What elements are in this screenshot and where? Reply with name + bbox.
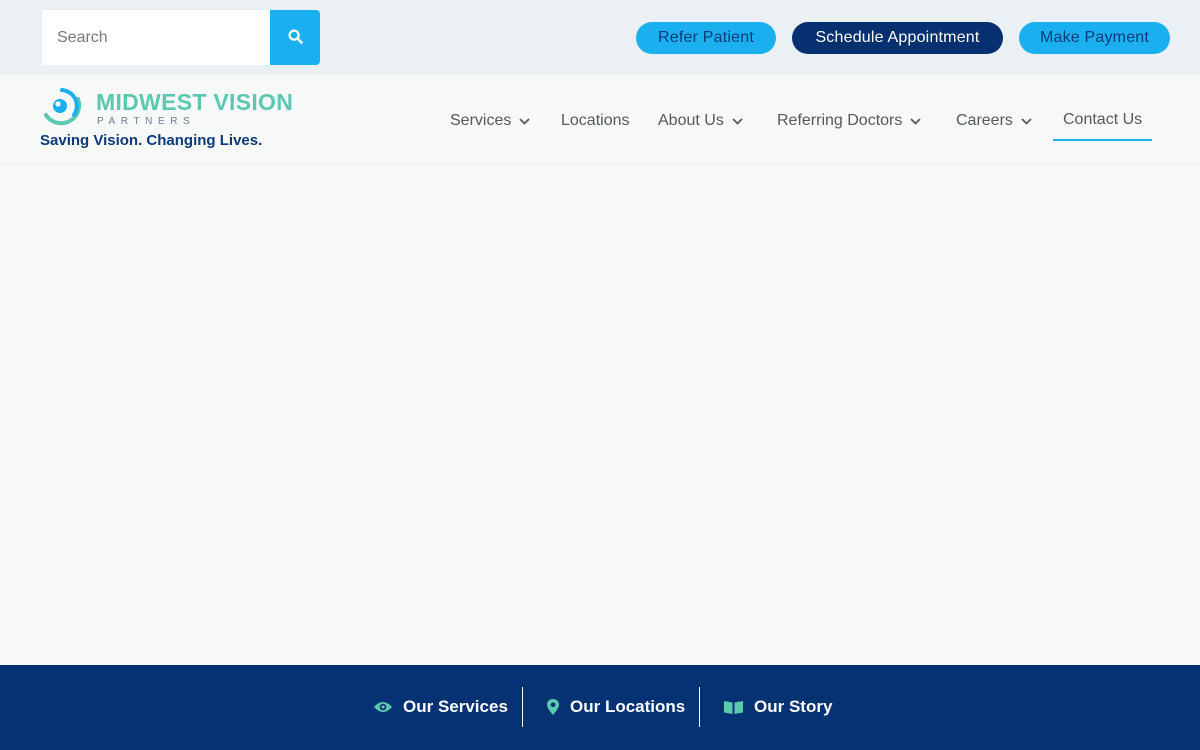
nav-locations[interactable]: Locations: [561, 110, 630, 132]
nav-careers[interactable]: Careers: [956, 110, 1032, 132]
active-nav-indicator: [1053, 139, 1152, 141]
chevron-down-icon: [1021, 117, 1032, 125]
nav-services-label: Services: [450, 112, 512, 129]
nav-about-us[interactable]: About Us: [658, 110, 743, 132]
nav-about-us-label: About Us: [658, 112, 724, 129]
main-content: [0, 165, 1200, 665]
book-open-icon: [723, 699, 744, 715]
search-input[interactable]: [42, 10, 270, 65]
top-utility-bar: Refer Patient Schedule Appointment Make …: [0, 0, 1200, 75]
make-payment-button[interactable]: Make Payment: [1019, 22, 1170, 54]
search-icon: [287, 28, 303, 47]
schedule-appointment-button[interactable]: Schedule Appointment: [792, 22, 1003, 54]
divider: [522, 687, 523, 727]
nav-services[interactable]: Services: [450, 110, 530, 132]
our-services-label: Our Services: [403, 697, 508, 716]
brand-logo[interactable]: MIDWEST VISION PARTNERS: [40, 83, 300, 131]
chevron-down-icon: [910, 117, 922, 125]
chevron-down-icon: [732, 117, 743, 125]
our-locations-link[interactable]: Our Locations: [546, 695, 685, 719]
brand-subtitle: PARTNERS: [97, 116, 196, 127]
nav-locations-label: Locations: [561, 112, 630, 129]
map-pin-icon: [546, 698, 560, 716]
search-button[interactable]: [270, 10, 320, 65]
divider: [699, 687, 700, 727]
our-services-link[interactable]: Our Services: [373, 695, 508, 719]
brand-name: MIDWEST VISION: [96, 89, 294, 115]
nav-contact-us-label: Contact Us: [1063, 111, 1143, 128]
nav-referring-doctors[interactable]: Referring Doctors: [777, 110, 922, 132]
quick-links-bar: Our Services Our Locations Our Story: [0, 665, 1200, 750]
nav-careers-label: Careers: [956, 112, 1013, 129]
site-header: MIDWEST VISION PARTNERS Saving Vision. C…: [0, 75, 1200, 165]
chevron-down-icon: [519, 117, 530, 125]
nav-contact-us[interactable]: Contact Us: [1063, 109, 1142, 131]
our-locations-label: Our Locations: [570, 697, 686, 716]
our-story-link[interactable]: Our Story: [723, 695, 832, 719]
nav-referring-doctors-label: Referring Doctors: [777, 112, 903, 129]
refer-patient-button[interactable]: Refer Patient: [636, 22, 776, 54]
our-story-label: Our Story: [754, 697, 833, 716]
brand-tagline: Saving Vision. Changing Lives.: [40, 132, 263, 149]
eye-logo-icon: [40, 85, 84, 134]
eye-icon: [373, 700, 393, 714]
search-form: [42, 10, 320, 65]
